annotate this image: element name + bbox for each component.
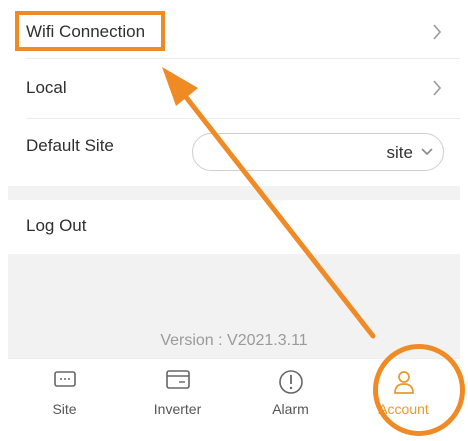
highlight-circle xyxy=(373,344,465,436)
tab-alarm[interactable]: Alarm xyxy=(234,359,347,431)
local-label: Local xyxy=(26,78,67,97)
alarm-icon xyxy=(278,370,303,394)
account-settings-screen: Wifi Connection Local Default Site site … xyxy=(0,0,468,441)
local-row[interactable]: Local xyxy=(8,66,460,110)
chevron-right-icon xyxy=(433,80,442,96)
footer-area: Version : V2021.3.11 xyxy=(8,254,460,358)
logout-row[interactable]: Log Out xyxy=(8,200,460,254)
site-icon xyxy=(53,371,76,387)
tab-label: Inverter xyxy=(153,401,202,417)
default-site-label: Default Site xyxy=(26,136,114,155)
chevron-right-icon xyxy=(433,24,442,40)
default-site-value: site xyxy=(386,143,413,162)
default-site-select[interactable]: site xyxy=(192,133,444,171)
chevron-down-icon xyxy=(421,148,433,156)
logout-label: Log Out xyxy=(26,216,87,235)
tab-label: Site xyxy=(52,401,77,417)
highlight-box xyxy=(15,11,165,51)
tab-site[interactable]: Site xyxy=(8,359,121,431)
inverter-icon xyxy=(165,370,190,389)
divider xyxy=(26,118,460,119)
version-text: Version : V2021.3.11 xyxy=(160,332,308,349)
tab-label: Alarm xyxy=(272,401,309,417)
section-gap xyxy=(8,186,460,200)
tab-inverter[interactable]: Inverter xyxy=(121,359,234,431)
bottom-safe-area xyxy=(0,430,468,441)
divider xyxy=(26,58,460,59)
